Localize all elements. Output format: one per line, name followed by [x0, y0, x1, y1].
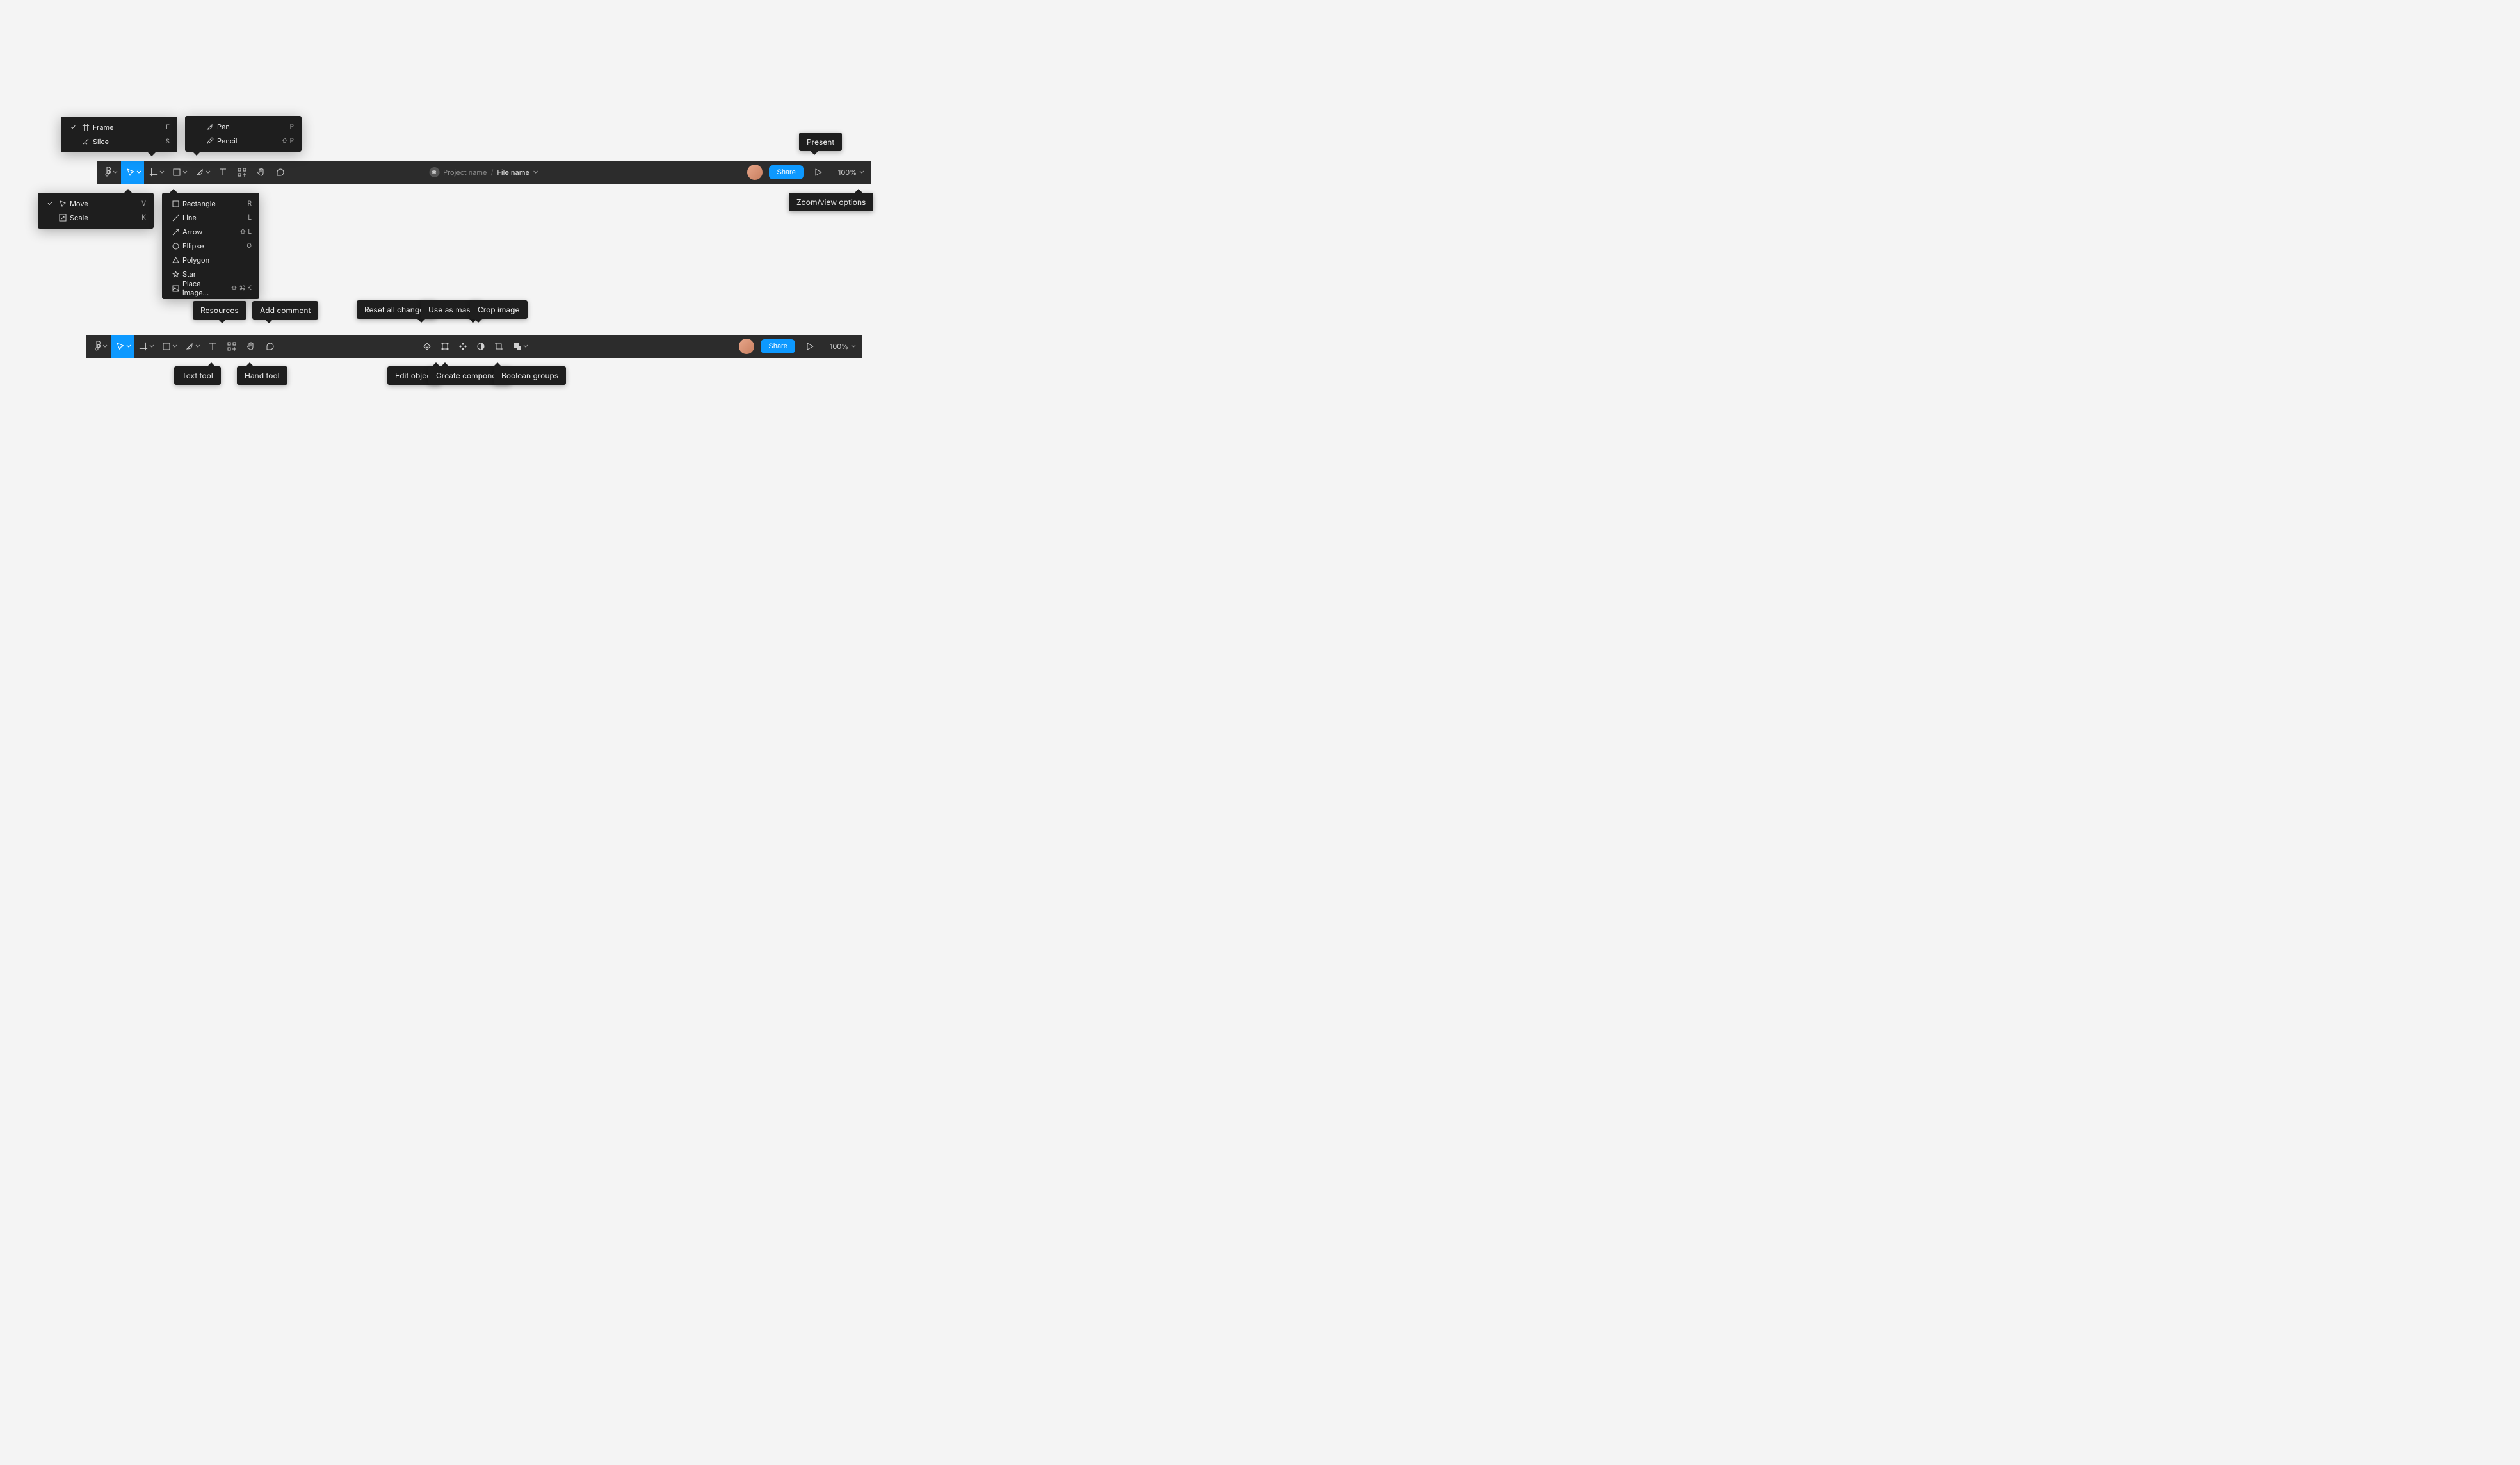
menu-item-ellipse[interactable]: Ellipse O [162, 239, 259, 253]
toolbar-right-group: Share 100% [747, 165, 869, 180]
zoom-tooltip: Zoom/view options [789, 193, 873, 211]
check-icon: ✓ [44, 200, 56, 207]
menu-item-scale[interactable]: Scale K [38, 211, 154, 225]
polygon-icon [168, 257, 182, 264]
crop-button[interactable] [490, 335, 508, 358]
move-tool-button[interactable] [111, 335, 134, 358]
toolbar-1: ✱ Project name / File name Share 100% [97, 161, 871, 184]
frame-tool-button[interactable] [134, 335, 157, 358]
menu-item-rectangle[interactable]: Rectangle R [162, 197, 259, 211]
hand-tool-button[interactable] [241, 335, 261, 358]
avatar[interactable] [747, 165, 763, 180]
avatar[interactable] [739, 339, 754, 354]
image-icon [168, 285, 182, 292]
text-tool-button[interactable] [213, 161, 232, 184]
resources-tooltip: Resources [193, 301, 246, 320]
line-icon [168, 214, 182, 222]
ellipse-icon [168, 243, 182, 250]
zoom-control[interactable]: 100% [825, 342, 861, 351]
project-file-breadcrumb[interactable]: ✱ Project name / File name [429, 167, 538, 177]
text-tool-button[interactable] [203, 335, 222, 358]
arrow-icon [168, 229, 182, 236]
add-comment-tooltip: Add comment [252, 301, 318, 320]
menu-item-pencil[interactable]: Pencil ⇧ P [185, 134, 302, 148]
pen-menu: Pen P Pencil ⇧ P [185, 116, 302, 152]
menu-item-move[interactable]: ✓ Move V [38, 197, 154, 211]
project-name: Project name [443, 168, 487, 177]
selection-tools [418, 335, 531, 358]
text-tool-tooltip: Text tool [174, 366, 221, 385]
present-tooltip: Present [799, 133, 842, 151]
pen-tool-button[interactable] [190, 161, 213, 184]
boolean-tooltip: Boolean groups [494, 366, 566, 385]
scale-icon [56, 214, 70, 222]
menu-item-place-image[interactable]: Place image... ⇧ ⌘ K [162, 281, 259, 295]
reset-changes-button[interactable] [418, 335, 436, 358]
menu-item-frame[interactable]: ✓ Frame F [61, 120, 177, 134]
frame-menu: ✓ Frame F Slice S [61, 117, 177, 152]
resources-button[interactable] [222, 335, 241, 358]
present-button[interactable] [810, 168, 827, 176]
file-name: File name [497, 168, 529, 177]
edit-object-button[interactable] [436, 335, 454, 358]
present-button[interactable] [802, 343, 818, 350]
shape-tool-button[interactable] [167, 161, 190, 184]
toolbar-2: Share 100% [86, 335, 862, 358]
boolean-button[interactable] [508, 335, 531, 358]
menu-item-line[interactable]: Line L [162, 211, 259, 225]
menu-item-pen[interactable]: Pen P [185, 120, 302, 134]
menu-item-arrow[interactable]: Arrow ⇧ L [162, 225, 259, 239]
figma-menu-button[interactable] [98, 161, 121, 184]
hand-tool-button[interactable] [252, 161, 271, 184]
use-mask-button[interactable] [472, 335, 490, 358]
zoom-value: 100% [830, 342, 848, 351]
check-icon: ✓ [67, 124, 79, 131]
create-component-button[interactable] [454, 335, 472, 358]
shape-tool-button[interactable] [157, 335, 180, 358]
star-icon [168, 271, 182, 278]
resources-button[interactable] [232, 161, 252, 184]
comment-button[interactable] [271, 161, 290, 184]
move-menu: ✓ Move V Scale K [38, 193, 154, 229]
zoom-value: 100% [838, 168, 857, 177]
frame-tool-button[interactable] [144, 161, 167, 184]
share-button[interactable]: Share [769, 165, 803, 179]
menu-item-polygon[interactable]: Polygon [162, 253, 259, 267]
pencil-icon [203, 137, 217, 145]
zoom-control[interactable]: 100% [833, 168, 869, 177]
pen-icon [203, 123, 217, 131]
cursor-icon [56, 200, 70, 207]
figma-menu-button[interactable] [88, 335, 111, 358]
shapes-menu: Rectangle R Line L Arrow ⇧ L Ellipse O P… [162, 193, 259, 299]
rectangle-icon [168, 200, 182, 207]
crop-tooltip: Crop image [470, 300, 528, 319]
comment-button[interactable] [261, 335, 280, 358]
slice-icon [79, 138, 93, 145]
frame-icon [79, 124, 93, 131]
hand-tool-tooltip: Hand tool [237, 366, 287, 385]
move-tool-button[interactable] [121, 161, 144, 184]
pen-tool-button[interactable] [180, 335, 203, 358]
team-icon: ✱ [429, 167, 439, 177]
menu-item-slice[interactable]: Slice S [61, 134, 177, 149]
toolbar-right-group: Share 100% [739, 339, 861, 354]
share-button[interactable]: Share [761, 339, 795, 353]
